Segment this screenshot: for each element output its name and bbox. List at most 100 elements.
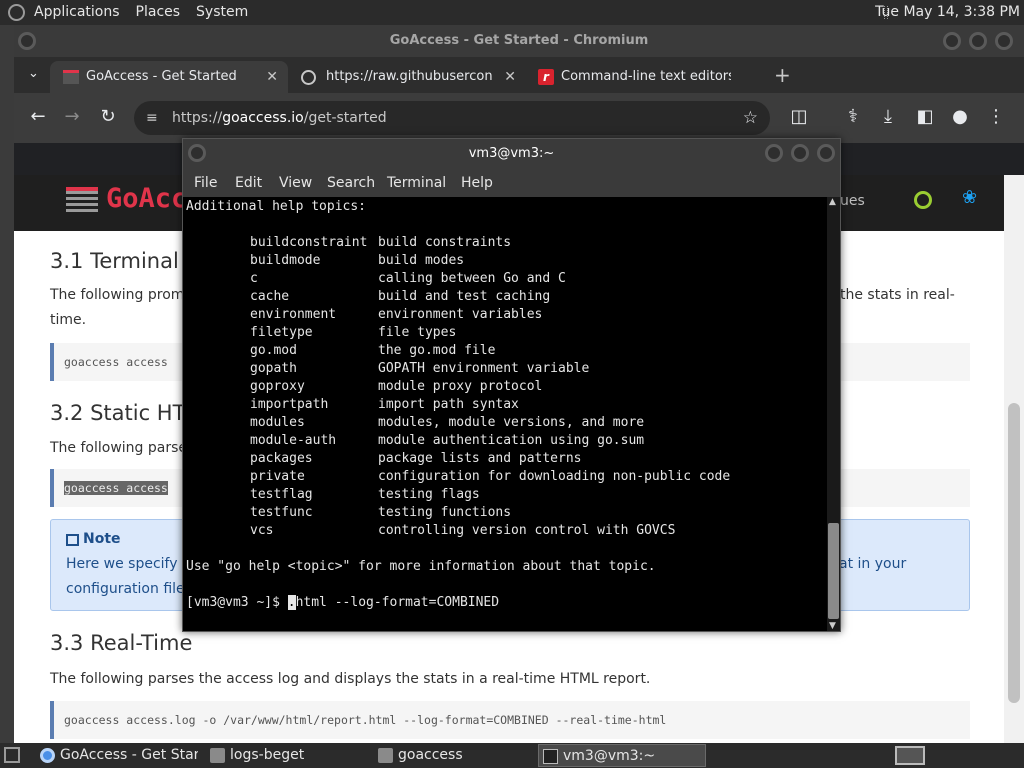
address-bar[interactable]: ≡ https://goaccess.io/get-started ☆ <box>134 101 770 135</box>
topic-row: goproxy module proxy protocol <box>250 379 543 394</box>
terminal-close-button[interactable] <box>817 144 835 162</box>
profile-avatar-icon[interactable]: ● <box>948 105 972 129</box>
goaccess-logo-icon[interactable] <box>66 187 98 215</box>
bookmark-star-icon[interactable]: ☆ <box>743 101 758 135</box>
topic-row: module-auth module authentication using g… <box>250 433 645 448</box>
scroll-down-arrow-icon[interactable]: ▼ <box>829 621 836 631</box>
logo-text[interactable]: GoAcc <box>106 183 187 214</box>
terminal-command-text: html --log-format=COMBINED <box>295 595 500 610</box>
new-tab-icon[interactable]: + <box>774 63 791 87</box>
topic-row: go.mod the go.mod file <box>250 343 496 358</box>
para-static: The following parser <box>50 440 193 456</box>
terminal-output[interactable]: Additional help topics: buildconstraint b… <box>183 197 827 631</box>
page-scrollbar[interactable] <box>1004 175 1024 743</box>
page-scrollbar-thumb[interactable] <box>1008 403 1020 703</box>
topic-row: gopath GOPATH environment variable <box>250 361 590 376</box>
menu-help[interactable]: Help <box>461 169 493 197</box>
task-goaccess-folder[interactable]: goaccess <box>374 744 534 767</box>
twitter-icon[interactable]: ❀ <box>962 187 977 208</box>
terminal-window-menu-button[interactable] <box>188 144 206 162</box>
panel-clock[interactable]: Tue May 14, 3:38 PM <box>875 0 1020 25</box>
topic-row: buildconstraint build constraints <box>250 235 512 250</box>
url-prefix: https:// <box>172 110 223 126</box>
menu-file[interactable]: File <box>194 169 217 197</box>
terminal-header-line: Additional help topics: <box>186 199 367 214</box>
terminal-title: vm3@vm3:~ <box>468 146 555 161</box>
code-block-realtime[interactable]: goaccess access.log -o /var/www/html/rep… <box>50 701 970 739</box>
terminal-footer-line: Use "go help <topic>" for more informati… <box>186 559 656 574</box>
minimize-button[interactable] <box>943 32 961 50</box>
menu-edit[interactable]: Edit <box>235 169 262 197</box>
scroll-up-arrow-icon[interactable]: ▲ <box>829 197 836 207</box>
extensions-icon[interactable]: ◫ <box>787 105 811 129</box>
topic-row: testflag testing flags <box>250 487 480 502</box>
side-panel-icon[interactable]: ◧ <box>913 105 937 129</box>
distro-logo-icon[interactable] <box>8 4 25 21</box>
para-terminal-line1: The following promp <box>50 287 194 303</box>
bottom-taskbar: GoAccess - Get Star... logs-beget goacce… <box>0 743 1024 768</box>
topic-row: vcs controlling version control with GOVC… <box>250 523 676 538</box>
terminal-scrollbar[interactable]: ▲ ▼ <box>827 197 840 631</box>
maximize-button[interactable] <box>969 32 987 50</box>
browser-toolbar: ← → ↻ ≡ https://goaccess.io/get-started … <box>14 93 1024 143</box>
labs-flask-icon[interactable]: ⚕ <box>841 105 865 129</box>
terminal-window: vm3@vm3:~ File Edit View Search Terminal… <box>182 138 841 632</box>
menu-search[interactable]: Search <box>327 169 375 197</box>
download-icon[interactable]: ⤓ <box>876 105 900 129</box>
topic-row: packages package lists and patterns <box>250 451 582 466</box>
terminal-prompt-line[interactable]: [vm3@vm3 ~]$ .html --log-format=COMBINED <box>186 594 827 612</box>
terminal-titlebar[interactable]: vm3@vm3:~ <box>183 139 840 169</box>
show-desktop-icon[interactable] <box>4 747 20 763</box>
site-settings-icon[interactable]: ≡ <box>146 101 158 135</box>
terminal-menubar: File Edit View Search Terminal Help <box>183 169 840 197</box>
tab-search-chevron-icon[interactable]: ⌄ <box>28 66 39 81</box>
para-realtime: The following parses the access log and … <box>50 671 651 687</box>
reload-icon[interactable]: ↻ <box>96 105 120 129</box>
heading-realtime: 3.3 Real-Time <box>50 631 193 655</box>
para-terminal-line2: time. <box>50 312 87 328</box>
topic-row: testfunc testing functions <box>250 505 512 520</box>
menu-terminal[interactable]: Terminal <box>387 169 446 197</box>
task-logs-beget[interactable]: logs-beget <box>206 744 356 767</box>
topic-row: cache build and test caching <box>250 289 551 304</box>
chrome-menu-icon[interactable]: ⋮ <box>984 105 1008 129</box>
tab-text-editors[interactable]: r Command-line text editors in <box>528 61 760 93</box>
close-tab-icon[interactable]: ✕ <box>504 61 516 93</box>
note-icon <box>66 534 79 546</box>
tab-github-raw[interactable]: https://raw.githubuserconten ✕ <box>290 61 526 93</box>
forward-icon[interactable]: → <box>60 105 84 129</box>
note-line2: configuration file <box>66 581 185 597</box>
terminal-cursor: . <box>287 595 296 610</box>
tab-strip: ⌄ GoAccess - Get Started ✕ https://raw.g… <box>14 57 1024 93</box>
github-icon[interactable] <box>914 191 932 209</box>
window-titlebar[interactable]: GoAccess - Get Started - Chromium <box>14 25 1024 57</box>
terminal-scrollbar-thumb[interactable] <box>828 523 839 619</box>
note-line1-right: at in your <box>839 556 907 572</box>
topic-row: private configuration for downloading non… <box>250 469 731 484</box>
folder-icon <box>378 748 393 763</box>
menu-view[interactable]: View <box>279 169 312 197</box>
topic-row: modules modules, module versions, and mor… <box>250 415 645 430</box>
places-menu[interactable]: Places <box>128 0 189 25</box>
task-terminal[interactable]: vm3@vm3:~ <box>538 744 706 767</box>
terminal-minimize-button[interactable] <box>765 144 783 162</box>
close-tab-icon[interactable]: ✕ <box>266 61 278 93</box>
task-chromium[interactable]: GoAccess - Get Star... <box>36 744 198 767</box>
applications-menu[interactable]: Applications <box>26 0 128 25</box>
window-menu-button[interactable] <box>18 32 36 50</box>
url-host: goaccess.io <box>222 110 304 126</box>
tab-goaccess[interactable]: GoAccess - Get Started ✕ <box>50 61 288 93</box>
nav-link-issues[interactable]: ues <box>840 193 865 209</box>
workspace-switcher[interactable] <box>895 746 925 765</box>
terminal-icon <box>543 749 558 764</box>
close-window-button[interactable] <box>995 32 1013 50</box>
back-icon[interactable]: ← <box>26 105 50 129</box>
heading-terminal-output: 3.1 Terminal O <box>50 249 203 273</box>
url-path: /get-started <box>303 110 387 126</box>
topic-row: buildmode build modes <box>250 253 465 268</box>
globe-icon <box>301 70 316 85</box>
terminal-maximize-button[interactable] <box>791 144 809 162</box>
terminal-prompt: [vm3@vm3 ~]$ <box>186 595 288 610</box>
system-menu[interactable]: System <box>188 0 256 25</box>
topic-row: environment environment variables <box>250 307 543 322</box>
